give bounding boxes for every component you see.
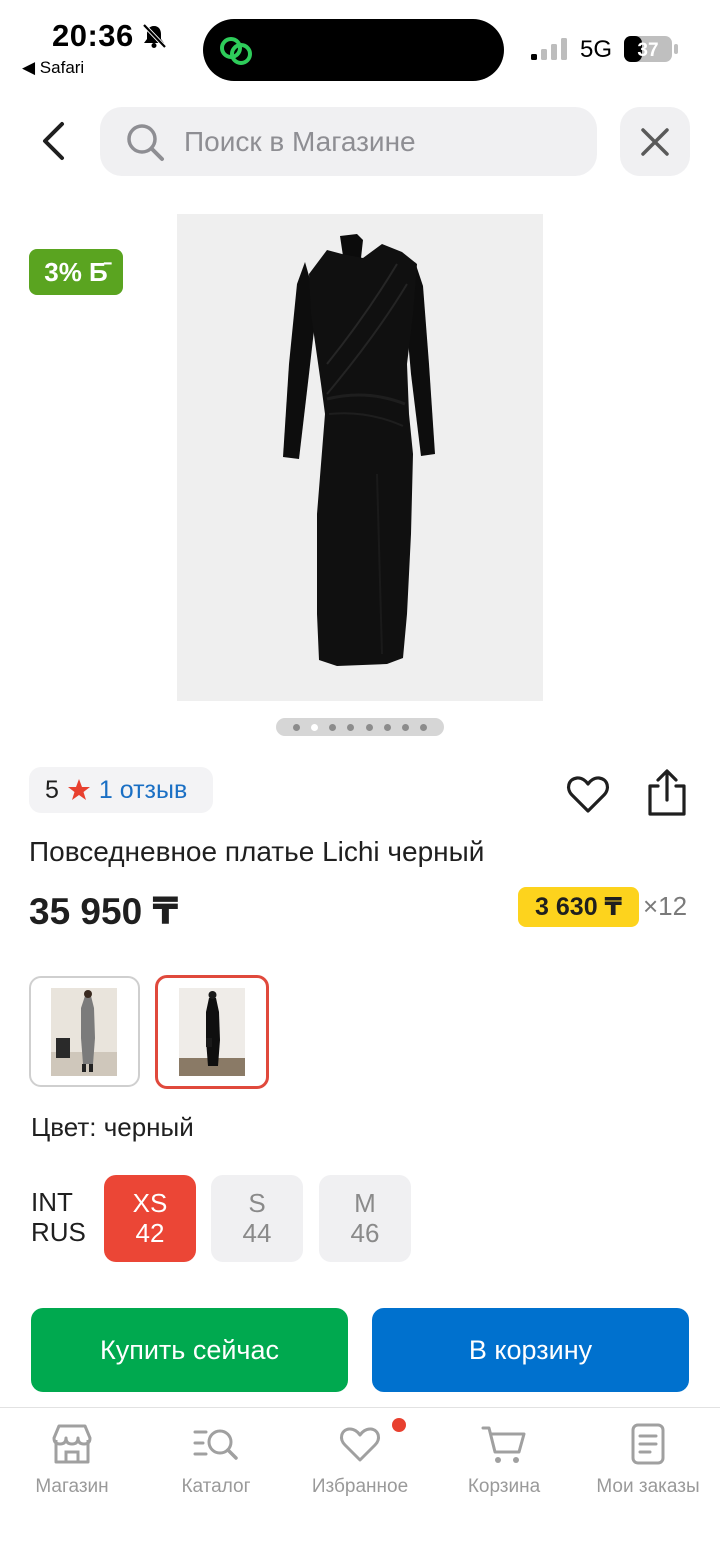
tab-label: Магазин — [35, 1476, 109, 1497]
back-to-safari-link[interactable]: ◀ Safari — [22, 58, 84, 78]
variant-black-thumbnail — [179, 988, 245, 1076]
search-icon — [127, 124, 164, 161]
carousel-pagination — [276, 718, 444, 736]
size-int: S — [248, 1188, 266, 1218]
rating-score: 5 — [45, 775, 59, 804]
size-option-xs[interactable]: XS 42 — [104, 1175, 196, 1262]
carousel-dot — [401, 723, 409, 731]
chevron-left-icon — [43, 122, 64, 160]
tab-catalog[interactable]: Каталог — [144, 1408, 288, 1518]
rating-reviews-chip[interactable]: 5 1 отзыв — [29, 767, 213, 813]
tab-cart[interactable]: Корзина — [432, 1408, 576, 1518]
size-option-m[interactable]: M 46 — [319, 1175, 411, 1262]
size-system-int: INT — [31, 1187, 73, 1217]
heart-icon — [340, 1427, 380, 1462]
share-button[interactable] — [644, 768, 690, 818]
size-option-s[interactable]: S 44 — [211, 1175, 303, 1262]
size-rus: 42 — [135, 1218, 165, 1248]
status-time: 20:36 — [52, 18, 134, 53]
installment-months: ×12 — [643, 891, 688, 921]
carousel-dot — [347, 723, 355, 731]
reviews-link[interactable]: 1 отзыв — [99, 776, 187, 805]
selected-color-label: Цвет: черный — [31, 1112, 194, 1142]
heart-icon — [566, 776, 610, 813]
product-dress-image — [283, 234, 435, 666]
bonus-badge: 3% Б̄ — [29, 249, 123, 295]
app-logo-icon — [220, 37, 252, 65]
installment-price-badge[interactable]: 3 630 ₸ — [518, 887, 639, 927]
buy-now-button[interactable]: Купить сейчас — [31, 1308, 348, 1392]
carousel-dot — [329, 723, 337, 731]
color-variant-black[interactable] — [155, 975, 269, 1089]
close-search-button[interactable] — [620, 107, 690, 176]
carousel-dot — [419, 723, 427, 731]
size-system-rus: RUS — [31, 1217, 86, 1247]
cart-icon — [481, 1426, 526, 1463]
tab-store[interactable]: Магазин — [0, 1408, 144, 1518]
carousel-dot-active — [311, 723, 319, 731]
product-image-carousel[interactable] — [177, 214, 543, 701]
variant-gray-thumbnail — [51, 988, 117, 1076]
back-button[interactable] — [30, 115, 76, 167]
battery-level: 37 — [637, 40, 658, 61]
bottom-tab-bar: Магазин Каталог Избранное Корзина Мои за… — [0, 1407, 720, 1561]
add-to-cart-button[interactable]: В корзину — [372, 1308, 689, 1392]
tab-label: Избранное — [311, 1476, 409, 1497]
size-system-labels: INT RUS — [31, 1187, 86, 1247]
color-variant-gray[interactable] — [29, 976, 140, 1087]
star-icon — [67, 779, 90, 800]
product-price: 35 950 ₸ — [29, 891, 179, 932]
size-int: M — [354, 1188, 376, 1218]
share-icon — [648, 769, 686, 816]
size-rus: 46 — [350, 1218, 380, 1248]
add-to-favorites-button[interactable] — [565, 771, 611, 817]
battery-icon: 37 — [624, 36, 678, 62]
bell-muted-icon — [142, 23, 167, 49]
carousel-dot — [293, 723, 301, 731]
orders-icon — [631, 1423, 665, 1465]
size-rus: 44 — [242, 1218, 272, 1248]
tab-label: Мои заказы — [596, 1476, 700, 1497]
search-bar[interactable] — [100, 107, 597, 176]
tab-orders[interactable]: Мои заказы — [576, 1408, 720, 1518]
catalog-search-icon — [193, 1429, 238, 1460]
notification-dot — [392, 1418, 406, 1432]
tab-label: Каталог — [181, 1476, 251, 1497]
tab-favorites[interactable]: Избранное — [288, 1408, 432, 1518]
carousel-dot — [383, 723, 391, 731]
carousel-dot — [365, 723, 373, 731]
store-icon — [52, 1424, 92, 1464]
tab-label: Корзина — [467, 1476, 541, 1497]
network-type: 5G — [580, 36, 613, 63]
status-bar: 20:36 ◀ Safari 5G 37 — [0, 0, 720, 95]
close-icon — [641, 127, 669, 156]
product-title: Повседневное платье Lichi черный — [29, 836, 485, 867]
size-int: XS — [132, 1188, 168, 1218]
search-input[interactable] — [184, 121, 584, 163]
cellular-signal-icon — [531, 38, 567, 60]
